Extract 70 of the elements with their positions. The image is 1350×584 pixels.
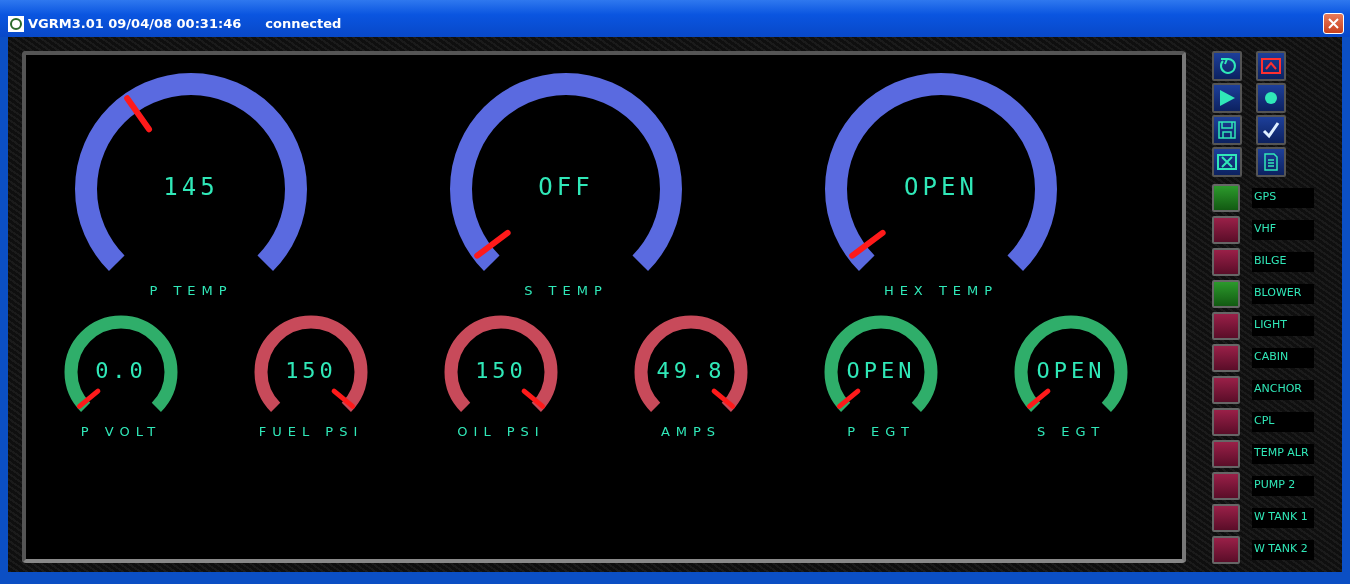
save-icon bbox=[1217, 120, 1237, 140]
gauge-needle bbox=[124, 95, 152, 133]
record-button[interactable] bbox=[1256, 83, 1286, 113]
indicator-label: TEMP ALR bbox=[1252, 444, 1314, 464]
chevron-up-icon bbox=[1261, 56, 1281, 76]
indicator-lamp[interactable] bbox=[1212, 536, 1240, 564]
app-icon bbox=[8, 15, 24, 32]
gauge-label: FUEL PSI bbox=[258, 424, 364, 439]
gauge-needle bbox=[331, 388, 356, 409]
gauge-reading: OPEN bbox=[1036, 358, 1106, 383]
indicator-label: ANCHOR bbox=[1252, 380, 1314, 400]
play-icon bbox=[1217, 88, 1237, 108]
indicator-label: W TANK 1 bbox=[1252, 508, 1314, 528]
chevron-up-button[interactable] bbox=[1256, 51, 1286, 81]
indicator-lamp[interactable] bbox=[1212, 216, 1240, 244]
indicator-label: BLOWER bbox=[1252, 284, 1314, 304]
gauge-reading: 145 bbox=[163, 173, 219, 201]
gauge-needle bbox=[849, 229, 886, 259]
indicator-label: BILGE bbox=[1252, 252, 1314, 272]
indicator-lamp[interactable] bbox=[1212, 440, 1240, 468]
gauge-reading: 150 bbox=[475, 358, 527, 383]
indicator-label: CABIN bbox=[1252, 348, 1314, 368]
document-button[interactable] bbox=[1256, 147, 1286, 177]
gauge-needle bbox=[521, 388, 546, 409]
gauge-needle bbox=[711, 388, 736, 409]
indicator-lamp[interactable] bbox=[1212, 184, 1240, 212]
gauge-label: P TEMP bbox=[149, 283, 233, 298]
gauge-needle bbox=[836, 388, 861, 409]
indicator-lamp[interactable] bbox=[1212, 312, 1240, 340]
gauge-label: OIL PSI bbox=[457, 424, 545, 439]
indicator-label: LIGHT bbox=[1252, 316, 1314, 336]
play-button[interactable] bbox=[1212, 83, 1242, 113]
gauge-label: S TEMP bbox=[524, 283, 608, 298]
gauge-reading: OFF bbox=[538, 173, 594, 201]
indicator-label: CPL bbox=[1252, 412, 1314, 432]
gauge-needle bbox=[474, 229, 511, 259]
gauge-label: AMPS bbox=[660, 424, 722, 439]
indicator-label: GPS bbox=[1252, 188, 1314, 208]
gauge-needle bbox=[1026, 388, 1051, 409]
indicator-lamp[interactable] bbox=[1212, 504, 1240, 532]
gauge-label: P VOLT bbox=[80, 424, 162, 439]
window-title: VGRM3.01 09/04/08 00:31:46 bbox=[28, 16, 242, 31]
close-button[interactable] bbox=[1212, 147, 1242, 177]
indicator-label: W TANK 2 bbox=[1252, 540, 1314, 560]
gauge-reading: OPEN bbox=[846, 358, 916, 383]
refresh-icon bbox=[1217, 56, 1237, 76]
gauge-reading: 150 bbox=[285, 358, 337, 383]
gauge-label: S EGT bbox=[1036, 424, 1106, 439]
close-icon bbox=[1328, 18, 1339, 29]
gauge-label: P EGT bbox=[847, 424, 915, 439]
indicator-lamp[interactable] bbox=[1212, 472, 1240, 500]
gauge-label: HEX TEMP bbox=[883, 283, 999, 298]
close-icon bbox=[1217, 152, 1237, 172]
refresh-button[interactable] bbox=[1212, 51, 1242, 81]
document-icon bbox=[1261, 152, 1281, 172]
connection-status: connected bbox=[265, 16, 342, 31]
check-icon bbox=[1261, 120, 1281, 140]
indicator-lamp[interactable] bbox=[1212, 376, 1240, 404]
indicator-label: PUMP 2 bbox=[1252, 476, 1314, 496]
indicator-lamp[interactable] bbox=[1212, 248, 1240, 276]
indicator-lamp[interactable] bbox=[1212, 280, 1240, 308]
save-button[interactable] bbox=[1212, 115, 1242, 145]
check-button[interactable] bbox=[1256, 115, 1286, 145]
gauge-reading: 0.0 bbox=[95, 358, 147, 383]
gauge-reading: OPEN bbox=[904, 173, 978, 201]
gauge-reading: 49.8 bbox=[656, 358, 726, 383]
indicator-lamp[interactable] bbox=[1212, 344, 1240, 372]
indicator-lamp[interactable] bbox=[1212, 408, 1240, 436]
indicator-label: VHF bbox=[1252, 220, 1314, 240]
gauge-needle bbox=[76, 388, 101, 409]
